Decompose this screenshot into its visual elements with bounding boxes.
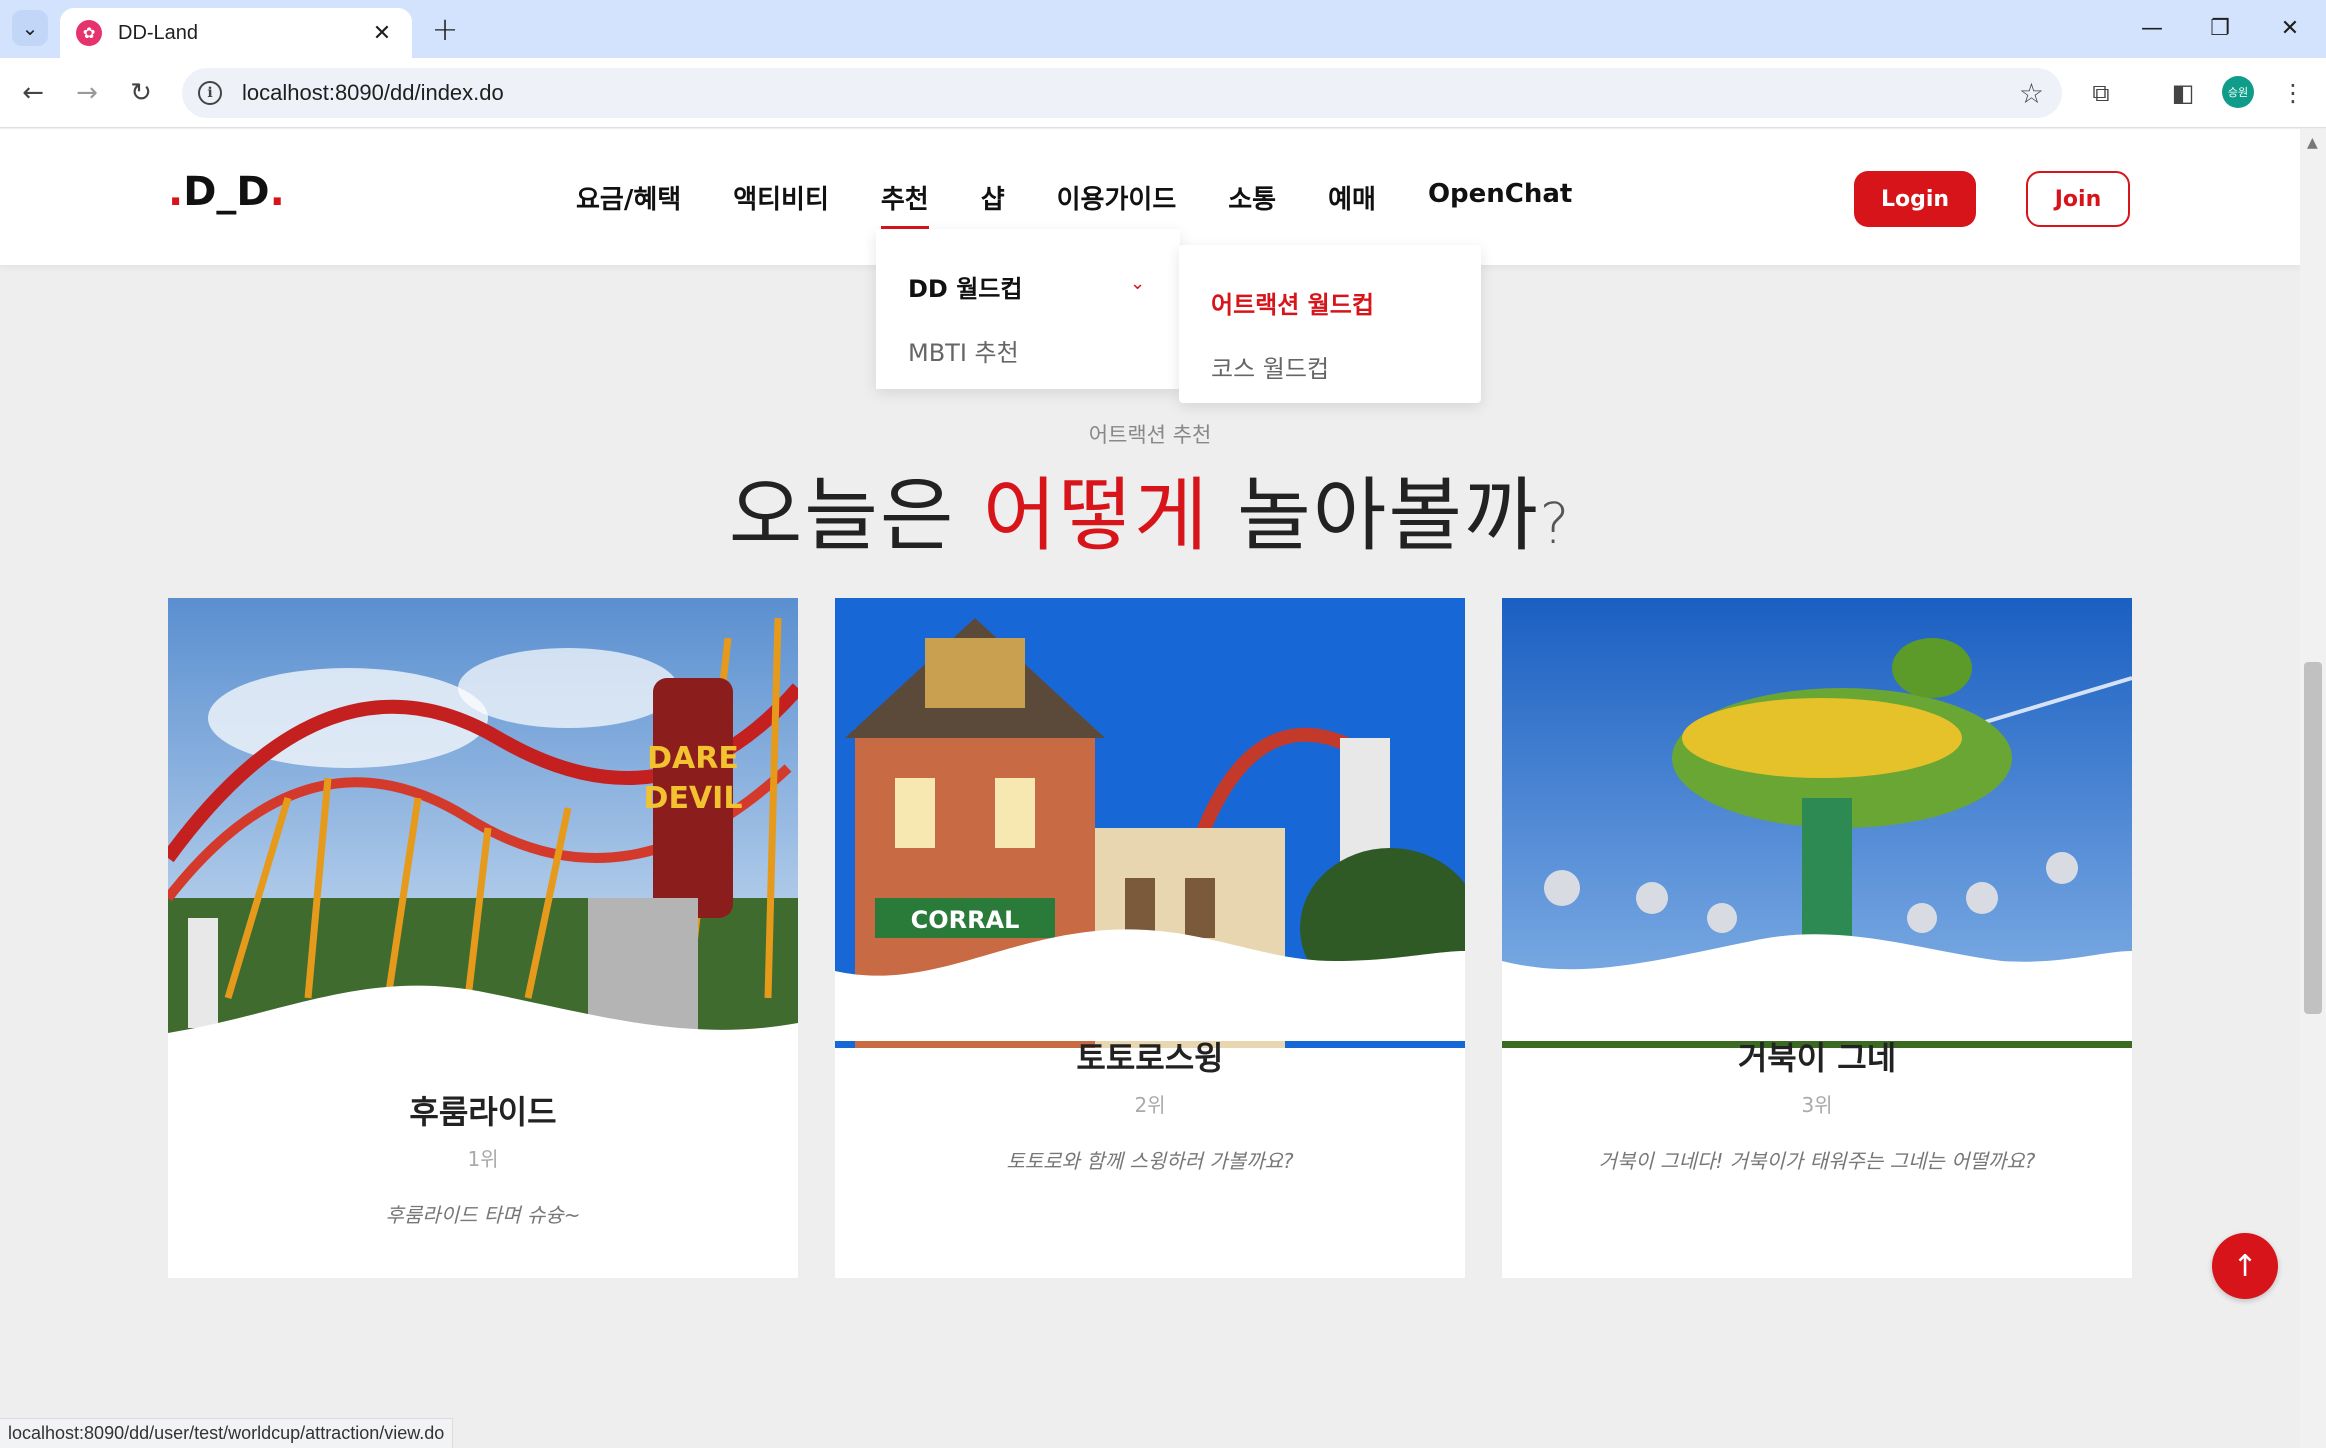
browser-toolbar: ← → ↻ i localhost:8090/dd/index.do ☆ ⧉ ◧… <box>0 58 2326 128</box>
attraction-card-3[interactable]: 거북이 그네 3위 거북이 그네다! 거북이가 태워주는 그네는 어떨까요? <box>1502 598 2132 1278</box>
site-logo[interactable]: .D_D. <box>168 169 285 215</box>
page-scrollbar[interactable]: ▲ <box>2300 129 2326 1448</box>
tab-close-icon[interactable]: ✕ <box>368 21 396 46</box>
main-nav: 요금/혜택 액티비티 추천 샵 이용가이드 소통 예매 OpenChat <box>576 179 1572 230</box>
back-arrow-icon[interactable]: ← <box>14 74 52 112</box>
browser-tab[interactable]: ✿ DD-Land ✕ <box>60 8 412 58</box>
tab-title: DD-Land <box>118 21 199 44</box>
nav-item-guide[interactable]: 이용가이드 <box>1057 179 1177 216</box>
card-description: 거북이 그네다! 거북이가 태워주는 그네는 어떨까요? <box>1598 1149 2036 1173</box>
status-bar-url: localhost:8090/dd/user/test/worldcup/att… <box>0 1418 454 1448</box>
nav-item-pricing[interactable]: 요금/혜택 <box>576 179 681 216</box>
card-description: 토토로와 함께 스윙하러 가볼까요? <box>1006 1149 1294 1173</box>
nav-item-booking[interactable]: 예매 <box>1328 179 1376 216</box>
join-button[interactable]: Join <box>2026 171 2130 227</box>
minimize-icon[interactable]: — <box>2130 8 2174 48</box>
section-label: 어트랙션 추천 <box>1088 423 1212 447</box>
browser-tabstrip: ⌄ ✿ DD-Land ✕ + — ❐ ✕ <box>0 0 2326 58</box>
arrow-up-icon: ↑ <box>2232 1248 2258 1284</box>
tab-search-chevron-icon[interactable]: ⌄ <box>12 10 48 46</box>
address-bar[interactable]: i localhost:8090/dd/index.do ☆ <box>182 68 2062 118</box>
profile-avatar[interactable]: 승원 <box>2222 76 2254 108</box>
card-wave-shape <box>835 929 1465 1041</box>
nav-item-recommend[interactable]: 추천 <box>880 179 929 230</box>
submenu-item-attraction-worldcup[interactable]: 어트랙션 월드컵 <box>1211 285 1374 320</box>
card-wave-shape <box>168 985 798 1093</box>
nav-item-openchat[interactable]: OpenChat <box>1428 179 1572 216</box>
favicon-icon: ✿ <box>76 20 102 46</box>
menu-kebab-icon[interactable]: ⋮ <box>2276 76 2310 110</box>
nav-item-activity[interactable]: 액티비티 <box>733 179 829 216</box>
card-rank: 2위 <box>1134 1093 1166 1117</box>
chevron-down-icon: ⌄ <box>1130 273 1146 294</box>
login-button[interactable]: Login <box>1854 171 1976 227</box>
card-title: 토토로스윙 <box>1076 1039 1224 1077</box>
card-wave-shape <box>1502 934 2132 1041</box>
svg-text:DARE: DARE <box>647 741 739 776</box>
card-rank: 1위 <box>467 1147 499 1171</box>
scroll-up-arrow-icon[interactable]: ▲ <box>2307 135 2318 151</box>
card-rank: 3위 <box>1801 1093 1833 1117</box>
reload-icon[interactable]: ↻ <box>122 74 160 112</box>
nav-item-shop[interactable]: 샵 <box>981 179 1005 216</box>
dropdown-item-dd-worldcup[interactable]: DD 월드컵 <box>908 269 1022 304</box>
page-viewport: .D_D. 요금/혜택 액티비티 추천 샵 이용가이드 소통 예매 OpenCh… <box>0 129 2300 1448</box>
section-title: 오늘은 어떻게 놀아볼까? <box>728 469 1572 562</box>
nav-item-community[interactable]: 소통 <box>1228 179 1276 216</box>
scrollbar-thumb[interactable] <box>2304 662 2322 1014</box>
url-text[interactable]: localhost:8090/dd/index.do <box>242 80 2019 106</box>
site-info-icon[interactable]: i <box>198 81 222 105</box>
card-title: 거북이 그네 <box>1737 1039 1897 1077</box>
attraction-card-1[interactable]: DARE DEVIL 후룸라이드 1위 후룸라이드 타며 슈슝~ <box>168 598 798 1278</box>
new-tab-plus-icon[interactable]: + <box>426 10 464 48</box>
card-description: 후룸라이드 타며 슈슝~ <box>385 1203 581 1227</box>
forward-arrow-icon[interactable]: → <box>68 74 106 112</box>
submenu-item-course-worldcup[interactable]: 코스 월드컵 <box>1211 349 1329 384</box>
scroll-to-top-button[interactable]: ↑ <box>2212 1233 2278 1299</box>
bookmark-star-icon[interactable]: ☆ <box>2019 77 2044 110</box>
worldcup-submenu: 어트랙션 월드컵 코스 월드컵 <box>1179 245 1481 403</box>
recommend-dropdown: DD 월드컵 ⌄ MBTI 추천 <box>876 229 1180 389</box>
restore-icon[interactable]: ❐ <box>2198 8 2242 48</box>
extensions-puzzle-icon[interactable]: ⧉ <box>2084 76 2118 110</box>
attraction-card-2[interactable]: CORRAL 토토로스윙 2위 토토로와 함께 스윙하러 가볼까요? <box>835 598 1465 1278</box>
dropdown-item-mbti[interactable]: MBTI 추천 <box>908 333 1019 368</box>
side-panel-icon[interactable]: ◧ <box>2166 76 2200 110</box>
card-title: 후룸라이드 <box>409 1093 557 1131</box>
svg-text:DEVIL: DEVIL <box>644 781 743 816</box>
window-close-icon[interactable]: ✕ <box>2268 8 2312 48</box>
